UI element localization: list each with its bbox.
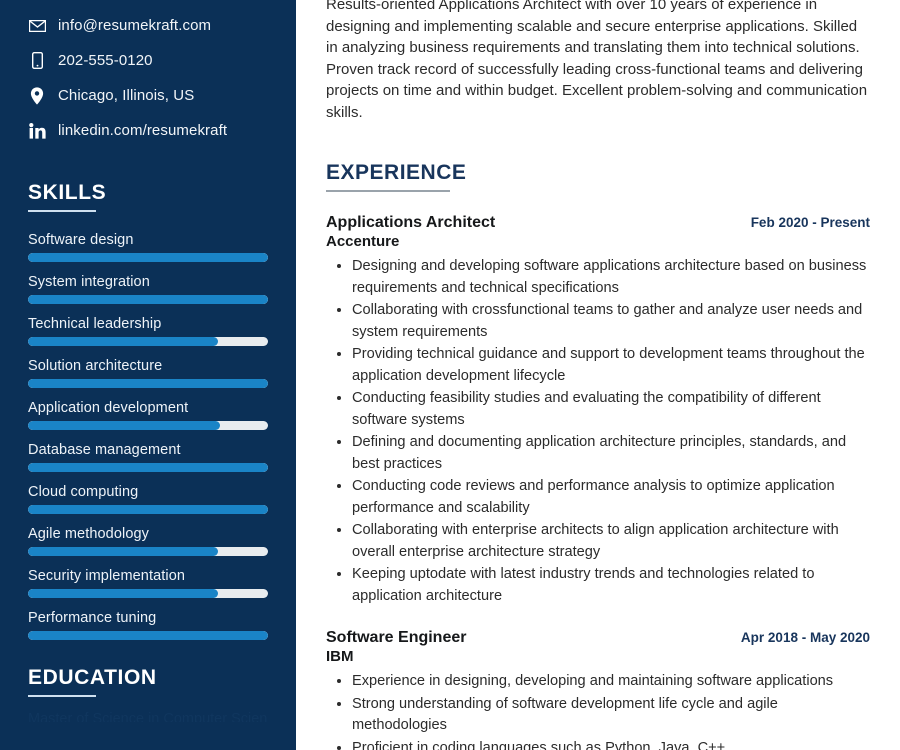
skill-bar-track	[28, 631, 268, 640]
job-responsibility-item: Conducting code reviews and performance …	[352, 475, 870, 519]
skill-bar-track	[28, 379, 268, 388]
professional-summary: Results-oriented Applications Architect …	[326, 0, 868, 121]
job-title: Software Engineer	[326, 629, 467, 646]
job-responsibility-list: Experience in designing, developing and …	[326, 670, 870, 750]
contact-item-location[interactable]: Chicago, Illinois, US	[28, 78, 268, 113]
skill-bar-fill	[28, 379, 268, 388]
skill-bar-track	[28, 337, 268, 346]
skill-name: Security implementation	[28, 568, 186, 584]
skill-bar-track	[28, 295, 268, 304]
skill-name: Agile methodology	[28, 526, 149, 542]
job-company: IBM	[326, 648, 354, 665]
experience-list: Applications Architect Feb 2020 - Present…	[326, 214, 870, 750]
linkedin-icon	[28, 122, 46, 139]
skill-item: System integration	[28, 274, 268, 304]
job-responsibility-item: Providing technical guidance and support…	[352, 343, 870, 387]
skill-item: Application development	[28, 400, 268, 430]
experience-entry: Software Engineer Apr 2018 - May 2020 IBM E…	[326, 629, 870, 750]
contact-item-email[interactable]: info@resumekraft.com	[28, 8, 268, 43]
skills-heading-rule	[28, 210, 96, 212]
contact-linkedin-text: linkedin.com/resumekraft	[58, 122, 228, 139]
contact-item-linkedin[interactable]: linkedin.com/resumekraft	[28, 113, 268, 148]
contact-location-text: Chicago, Illinois, US	[58, 87, 195, 104]
skill-name: Database management	[28, 442, 181, 458]
job-responsibility-item: Proficient in coding languages such as P…	[352, 737, 870, 750]
job-responsibility-item: Collaborating with enterprise architects…	[352, 519, 870, 563]
experience-entry: Applications Architect Feb 2020 - Present…	[326, 214, 870, 607]
job-company: Accenture	[326, 233, 400, 250]
job-responsibility-item: Strong understanding of software develop…	[352, 693, 870, 737]
job-dates: Apr 2018 - May 2020	[740, 630, 870, 645]
skill-bar-fill	[28, 421, 220, 430]
skill-bar-fill	[28, 463, 268, 472]
job-responsibility-item: Designing and developing software applic…	[352, 255, 870, 299]
job-responsibility-item: Defining and documenting application arc…	[352, 431, 870, 475]
skills-section-header: SKILLS	[28, 181, 268, 212]
main-content: Results-oriented Applications Architect …	[296, 0, 900, 750]
skill-bar-track	[28, 253, 268, 262]
experience-section-header: EXPERIENCE	[326, 161, 870, 192]
skill-item: Security implementation	[28, 568, 268, 598]
contact-item-phone[interactable]: 202-555-0120	[28, 43, 268, 78]
skill-item: Database management	[28, 442, 268, 472]
skill-bar-fill	[28, 589, 218, 598]
skill-bar-track	[28, 505, 268, 514]
education-heading-rule	[28, 695, 96, 697]
experience-heading-rule	[326, 190, 450, 192]
skill-bar-fill	[28, 631, 268, 640]
skill-name: System integration	[28, 274, 150, 290]
skill-name: Application development	[28, 400, 189, 416]
resume-page: info@resumekraft.com 202-555-0120 Chicag…	[0, 0, 900, 750]
contact-email-text: info@resumekraft.com	[58, 17, 212, 34]
contact-list: info@resumekraft.com 202-555-0120 Chicag…	[28, 0, 268, 148]
skill-item: Cloud computing	[28, 484, 268, 514]
skill-name: Solution architecture	[28, 358, 163, 374]
job-responsibility-item: Experience in designing, developing and …	[352, 670, 870, 693]
skill-bar-fill	[28, 253, 268, 262]
skill-bar-fill	[28, 295, 268, 304]
envelope-icon	[28, 19, 46, 32]
job-dates: Feb 2020 - Present	[750, 215, 870, 230]
job-responsibility-item: Keeping uptodate with latest industry tr…	[352, 563, 870, 607]
skill-name: Cloud computing	[28, 484, 139, 500]
skill-item: Agile methodology	[28, 526, 268, 556]
skill-bar-fill	[28, 547, 218, 556]
skill-bar-fill	[28, 337, 218, 346]
skill-bar-track	[28, 589, 268, 598]
experience-entry-header: Applications Architect Feb 2020 - Present	[326, 214, 870, 232]
skill-name: Technical leadership	[28, 316, 162, 332]
map-pin-icon	[28, 86, 46, 105]
skill-item: Software design	[28, 232, 268, 262]
experience-entry-header: Software Engineer Apr 2018 - May 2020	[326, 629, 870, 647]
skills-list: Software design System integration Technic…	[28, 232, 268, 640]
skill-name: Performance tuning	[28, 610, 157, 626]
education-section-header: EDUCATION Master of Science in Computer …	[28, 666, 268, 722]
job-responsibility-item: Collaborating with crossfunctional teams…	[352, 299, 870, 343]
skill-item: Solution architecture	[28, 358, 268, 388]
job-responsibility-list: Designing and developing software applic…	[326, 255, 870, 607]
experience-heading: EXPERIENCE	[326, 161, 467, 184]
skills-heading: SKILLS	[28, 181, 107, 204]
skill-item: Technical leadership	[28, 316, 268, 346]
skill-bar-fill	[28, 505, 268, 514]
education-clipped-entry: Master of Science in Computer Science	[28, 711, 268, 722]
skill-name: Software design	[28, 232, 134, 248]
skill-bar-track	[28, 463, 268, 472]
skill-item: Performance tuning	[28, 610, 268, 640]
education-heading: EDUCATION	[28, 666, 157, 689]
contact-phone-text: 202-555-0120	[58, 52, 153, 69]
skill-bar-track	[28, 421, 268, 430]
mobile-phone-icon	[28, 52, 46, 69]
skill-bar-track	[28, 547, 268, 556]
job-title: Applications Architect	[326, 214, 496, 231]
sidebar: info@resumekraft.com 202-555-0120 Chicag…	[0, 0, 296, 750]
job-responsibility-item: Conducting feasibility studies and evalu…	[352, 387, 870, 431]
